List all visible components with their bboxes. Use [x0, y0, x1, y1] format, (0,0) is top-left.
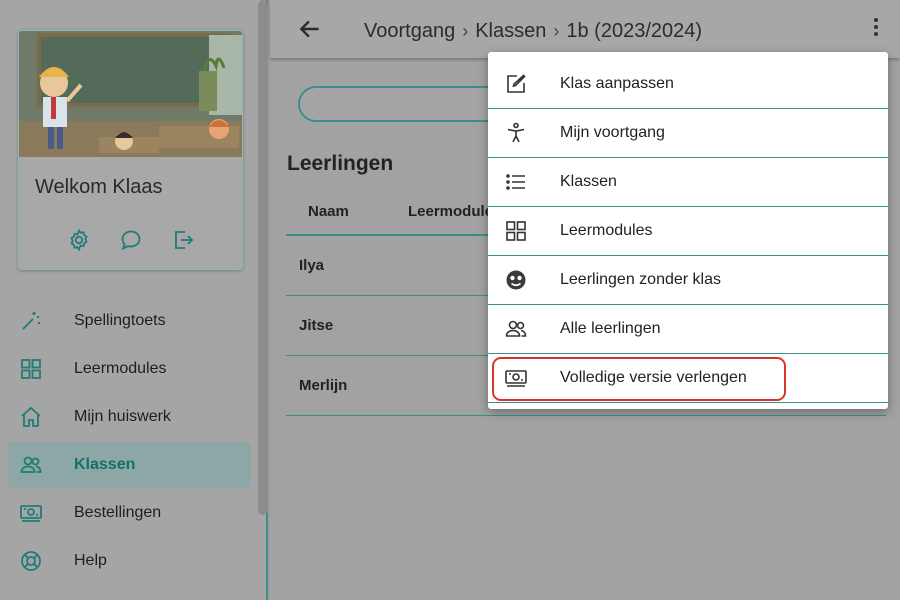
- list-icon: [504, 170, 528, 194]
- menu-item-klas-aanpassen[interactable]: Klas aanpassen: [488, 60, 888, 109]
- more-vert-icon[interactable]: [866, 15, 886, 43]
- menu-item-klassen[interactable]: Klassen: [488, 158, 888, 207]
- grid-icon: [19, 357, 43, 381]
- sidebar-item-help[interactable]: Help: [8, 538, 251, 584]
- back-arrow-icon[interactable]: [297, 16, 323, 42]
- sidebar-nav: Spellingtoets Leermodules Mijn huiswerk …: [8, 298, 251, 586]
- menu-item-label: Klas aanpassen: [560, 75, 674, 92]
- breadcrumb-klassen[interactable]: Klassen: [475, 20, 546, 43]
- banknote-icon: [504, 366, 528, 390]
- menu-item-label: Mijn voortgang: [560, 124, 665, 141]
- column-header-naam[interactable]: Naam: [286, 203, 386, 220]
- menu-item-label: Volledige versie verlengen: [560, 369, 747, 386]
- sidebar-item-label: Leermodules: [74, 360, 167, 377]
- lifebuoy-icon: [19, 549, 43, 573]
- breadcrumb-voortgang[interactable]: Voortgang: [364, 20, 455, 43]
- classroom-illustration: [19, 31, 242, 157]
- sidebar-item-bestellingen[interactable]: Bestellingen: [8, 490, 251, 536]
- logout-icon[interactable]: [171, 228, 195, 252]
- sidebar-item-label: Help: [74, 552, 107, 569]
- sidebar-item-spellingtoets[interactable]: Spellingtoets: [8, 298, 251, 344]
- section-title: Leerlingen: [287, 152, 394, 175]
- home-icon: [19, 405, 43, 429]
- grid-icon: [504, 219, 528, 243]
- profile-actions: [19, 228, 242, 252]
- menu-item-alle-leerlingen[interactable]: Alle leerlingen: [488, 305, 888, 354]
- sidebar-item-klassen[interactable]: Klassen: [8, 442, 251, 488]
- profile-card: Welkom Klaas: [18, 30, 243, 270]
- sidebar: Welkom Klaas Spellingtoets Leermodules M…: [0, 0, 268, 600]
- menu-item-volledige-versie-verlengen[interactable]: Volledige versie verlengen: [488, 354, 888, 403]
- menu-item-label: Leermodules: [560, 222, 653, 239]
- sidebar-item-leermodules[interactable]: Leermodules: [8, 346, 251, 392]
- sidebar-item-label: Klassen: [74, 456, 136, 473]
- gear-icon[interactable]: [67, 228, 91, 252]
- menu-item-leermodules[interactable]: Leermodules: [488, 207, 888, 256]
- menu-item-label: Leerlingen zonder klas: [560, 271, 721, 288]
- face-icon: [504, 268, 528, 292]
- menu-item-label: Klassen: [560, 173, 617, 190]
- chevron-right-icon: ›: [553, 21, 560, 41]
- student-name: Jitse: [299, 317, 334, 334]
- edit-icon: [504, 72, 528, 96]
- sidebar-item-label: Mijn huiswerk: [74, 408, 171, 425]
- sidebar-item-label: Spellingtoets: [74, 312, 166, 329]
- menu-item-leerlingen-zonder-klas[interactable]: Leerlingen zonder klas: [488, 256, 888, 305]
- sidebar-scrollbar[interactable]: [258, 0, 268, 515]
- chat-bubble-icon[interactable]: [119, 228, 143, 252]
- banknote-icon: [19, 501, 43, 525]
- student-name: Ilya: [299, 257, 325, 274]
- top-bar: Voortgang › Klassen › 1b (2023/2024): [270, 0, 900, 58]
- menu-item-mijn-voortgang[interactable]: Mijn voortgang: [488, 109, 888, 158]
- people-icon: [19, 453, 43, 477]
- welcome-text: Welkom Klaas: [35, 176, 163, 198]
- chevron-right-icon: ›: [462, 21, 469, 41]
- column-header-leermodule[interactable]: Leermodule: [386, 203, 493, 220]
- menu-item-label: Alle leerlingen: [560, 320, 661, 337]
- sidebar-item-mijn-huiswerk[interactable]: Mijn huiswerk: [8, 394, 251, 440]
- sidebar-item-label: Bestellingen: [74, 504, 162, 521]
- options-menu: Klas aanpassen Mijn voortgang Klassen Le…: [488, 52, 888, 409]
- magic-wand-icon: [19, 309, 43, 333]
- student-name: Merlijn: [299, 377, 348, 394]
- accessibility-icon: [504, 121, 528, 145]
- people-icon: [504, 317, 528, 341]
- breadcrumb: Voortgang › Klassen › 1b (2023/2024): [364, 20, 702, 43]
- breadcrumb-current: 1b (2023/2024): [566, 20, 703, 42]
